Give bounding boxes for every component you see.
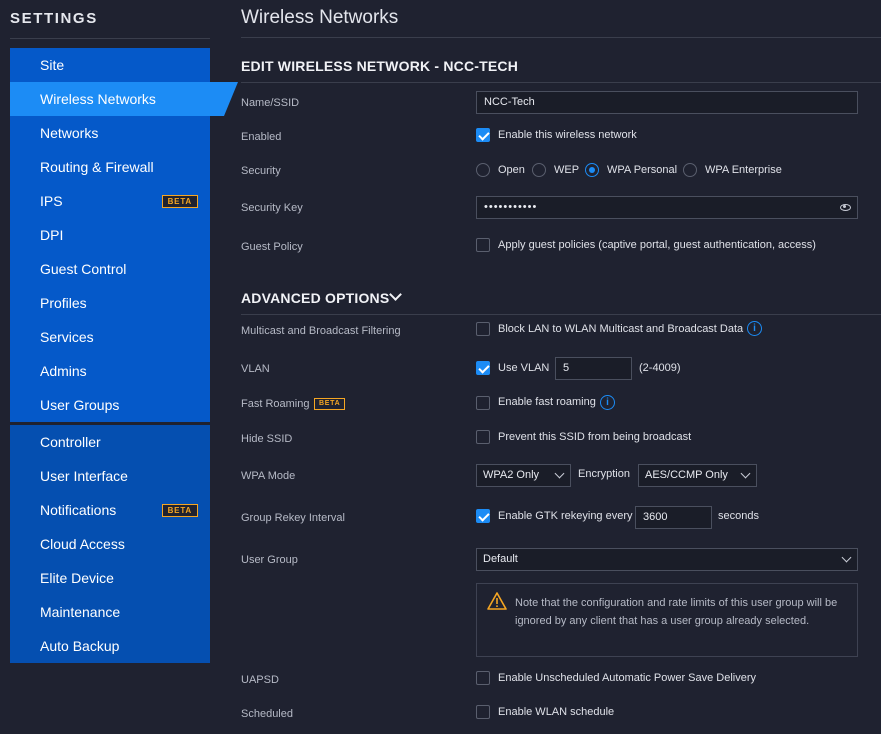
vlan-label: VLAN bbox=[241, 363, 270, 375]
user-group-select[interactable]: Default bbox=[476, 548, 858, 571]
user-group-label: User Group bbox=[241, 554, 298, 566]
multicast-label: Multicast and Broadcast Filtering bbox=[241, 325, 401, 337]
gtk-rekey-unit: seconds bbox=[718, 510, 759, 522]
chevron-down-icon bbox=[841, 552, 852, 563]
sidebar: Site Wireless Networks Networks Routing … bbox=[10, 48, 238, 663]
uapsd-checkbox[interactable] bbox=[476, 671, 490, 685]
security-wep-radio[interactable] bbox=[532, 163, 546, 177]
settings-divider bbox=[10, 38, 210, 39]
gtk-rekey-checkbox[interactable] bbox=[476, 509, 490, 523]
sidebar-item-controller[interactable]: Controller bbox=[10, 425, 210, 459]
guest-policy-option-label: Apply guest policies (captive portal, gu… bbox=[498, 239, 816, 251]
scheduled-checkbox[interactable] bbox=[476, 705, 490, 719]
fast-roaming-checkbox[interactable] bbox=[476, 396, 490, 410]
info-icon[interactable]: i bbox=[600, 395, 615, 410]
gtk-rekey-input[interactable]: 3600 bbox=[635, 506, 712, 529]
hide-ssid-checkbox[interactable] bbox=[476, 430, 490, 444]
user-group-notice-text: Note that the configuration and rate lim… bbox=[515, 597, 838, 627]
scheduled-label: Scheduled bbox=[241, 708, 293, 720]
sidebar-item-elite-device[interactable]: Elite Device bbox=[10, 561, 210, 595]
security-label: Security bbox=[241, 165, 281, 177]
sidebar-item-ips[interactable]: IPS BETA bbox=[10, 184, 210, 218]
enabled-label: Enabled bbox=[241, 131, 282, 143]
group-rekey-label: Group Rekey Interval bbox=[241, 512, 345, 524]
chevron-down-icon bbox=[554, 468, 565, 479]
security-wpa-enterprise-label: WPA Enterprise bbox=[705, 164, 782, 176]
guest-policy-checkbox[interactable] bbox=[476, 238, 490, 252]
beta-badge: BETA bbox=[161, 504, 198, 517]
encryption-label: Encryption bbox=[578, 468, 630, 480]
fast-roaming-option-label: Enable fast roaming bbox=[498, 396, 596, 408]
info-icon[interactable]: i bbox=[747, 321, 762, 336]
sidebar-item-auto-backup[interactable]: Auto Backup bbox=[10, 629, 210, 663]
title-divider bbox=[241, 37, 881, 38]
sidebar-item-wireless-networks[interactable]: Wireless Networks bbox=[10, 82, 238, 116]
security-wpa-personal-radio[interactable] bbox=[585, 163, 599, 177]
chevron-down-icon[interactable] bbox=[389, 288, 402, 301]
multicast-checkbox[interactable] bbox=[476, 322, 490, 336]
chevron-down-icon bbox=[740, 468, 751, 479]
uapsd-label: UAPSD bbox=[241, 674, 279, 686]
sidebar-item-dpi[interactable]: DPI bbox=[10, 218, 210, 252]
sidebar-item-admins[interactable]: Admins bbox=[10, 354, 210, 388]
use-vlan-checkbox[interactable] bbox=[476, 361, 490, 375]
sidebar-item-guest-control[interactable]: Guest Control bbox=[10, 252, 210, 286]
vlan-input[interactable]: 5 bbox=[555, 357, 632, 380]
fast-roaming-beta-badge: BETA bbox=[314, 398, 346, 410]
sidebar-item-user-interface[interactable]: User Interface bbox=[10, 459, 210, 493]
encryption-select[interactable]: AES/CCMP Only bbox=[638, 464, 757, 487]
fast-roaming-label: Fast Roaming bbox=[241, 398, 310, 410]
security-key-input[interactable]: ••••••••••• bbox=[476, 196, 858, 219]
use-vlan-label: Use VLAN bbox=[498, 362, 550, 374]
sidebar-item-user-groups[interactable]: User Groups bbox=[10, 388, 210, 422]
advanced-options-toggle[interactable]: ADVANCED OPTIONS bbox=[241, 290, 389, 306]
wpa-mode-select[interactable]: WPA2 Only bbox=[476, 464, 571, 487]
advanced-section-divider bbox=[241, 314, 881, 315]
sidebar-item-maintenance[interactable]: Maintenance bbox=[10, 595, 210, 629]
vlan-range-hint: (2-4009) bbox=[639, 362, 681, 374]
settings-title: SETTINGS bbox=[10, 10, 98, 27]
security-key-value: ••••••••••• bbox=[484, 201, 538, 213]
eye-icon[interactable] bbox=[840, 204, 851, 211]
ssid-label: Name/SSID bbox=[241, 97, 300, 109]
security-key-label: Security Key bbox=[241, 202, 303, 214]
sidebar-item-networks[interactable]: Networks bbox=[10, 116, 210, 150]
scheduled-option-label: Enable WLAN schedule bbox=[498, 706, 615, 718]
security-wep-label: WEP bbox=[554, 164, 580, 176]
uapsd-option-label: Enable Unscheduled Automatic Power Save … bbox=[498, 672, 757, 684]
ssid-input[interactable]: NCC-Tech bbox=[476, 91, 858, 114]
beta-badge: BETA bbox=[161, 195, 198, 208]
security-wpa-enterprise-radio[interactable] bbox=[683, 163, 697, 177]
sidebar-item-cloud-access[interactable]: Cloud Access bbox=[10, 527, 210, 561]
page-title: Wireless Networks bbox=[241, 7, 399, 28]
hide-ssid-label: Hide SSID bbox=[241, 433, 293, 445]
wpa-mode-label: WPA Mode bbox=[241, 470, 296, 482]
gtk-rekey-option-label: Enable GTK rekeying every bbox=[498, 510, 633, 522]
security-open-label: Open bbox=[498, 164, 525, 176]
sidebar-item-profiles[interactable]: Profiles bbox=[10, 286, 210, 320]
security-open-radio[interactable] bbox=[476, 163, 490, 177]
user-group-notice: Note that the configuration and rate lim… bbox=[476, 583, 858, 657]
sidebar-item-routing-firewall[interactable]: Routing & Firewall bbox=[10, 150, 210, 184]
security-wpa-personal-label: WPA Personal bbox=[607, 164, 678, 176]
multicast-option-label: Block LAN to WLAN Multicast and Broadcas… bbox=[498, 323, 744, 335]
active-arrow bbox=[224, 82, 238, 116]
hide-ssid-option-label: Prevent this SSID from being broadcast bbox=[498, 431, 692, 443]
edit-section-divider bbox=[241, 82, 881, 83]
edit-section-header: EDIT WIRELESS NETWORK - NCC-TECH bbox=[241, 58, 519, 74]
sidebar-item-site[interactable]: Site bbox=[10, 48, 210, 82]
sidebar-item-services[interactable]: Services bbox=[10, 320, 210, 354]
warning-icon bbox=[487, 592, 507, 610]
enable-network-label: Enable this wireless network bbox=[498, 129, 637, 141]
sidebar-item-notifications[interactable]: Notifications BETA bbox=[10, 493, 210, 527]
guest-policy-label: Guest Policy bbox=[241, 241, 303, 253]
enable-network-checkbox[interactable] bbox=[476, 128, 490, 142]
